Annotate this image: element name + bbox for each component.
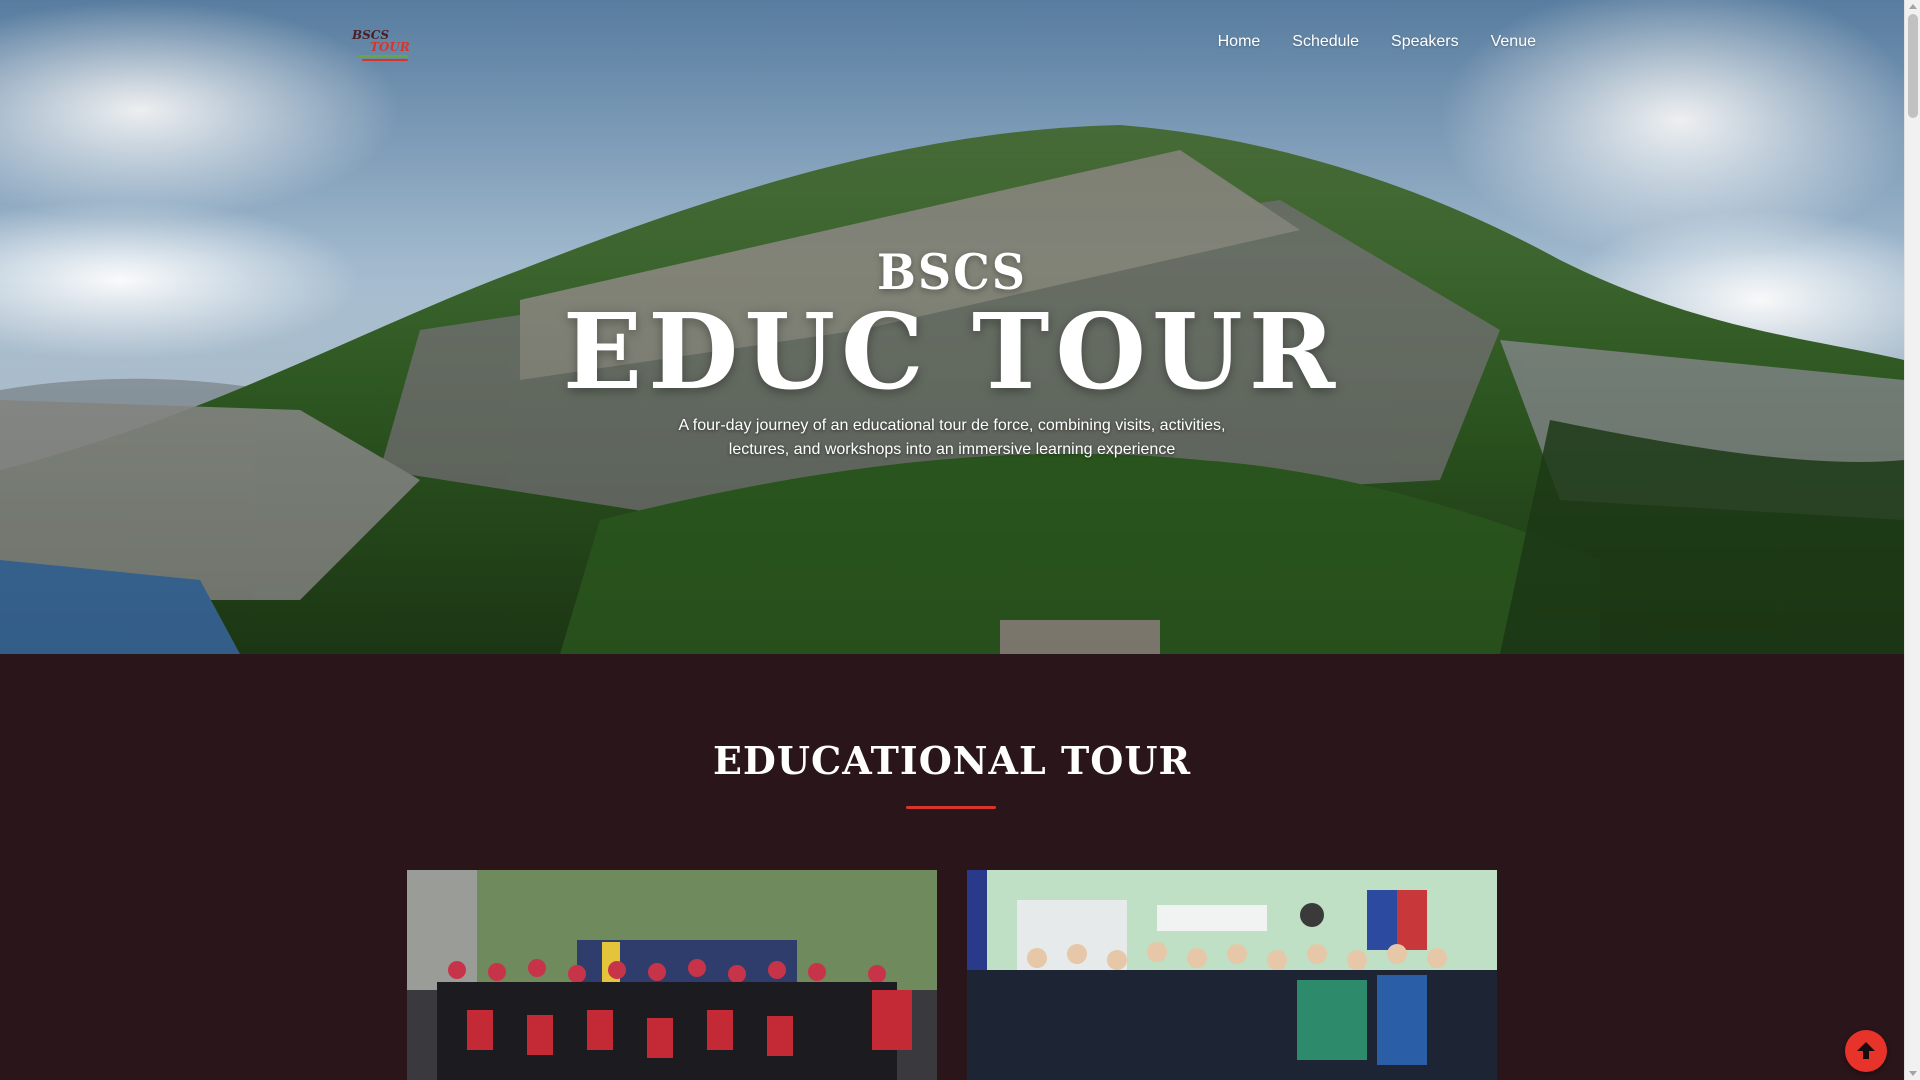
logo-text-tour: TOUR <box>370 40 410 54</box>
group-photo-outdoor-image <box>407 870 937 1080</box>
arrow-up-icon <box>1857 1042 1875 1059</box>
nav-link-home[interactable]: Home <box>1218 33 1261 51</box>
scroll-down-arrow-icon[interactable] <box>1909 1071 1917 1076</box>
tour-photo-group-outdoor[interactable] <box>407 870 937 1080</box>
main-nav: Home Schedule Speakers Venue <box>1186 33 1536 51</box>
hero-title: EDUC TOUR <box>562 290 1342 413</box>
logo-underline-green <box>358 55 408 58</box>
site-logo[interactable]: BSCS TOUR <box>352 28 414 64</box>
logo-underline-red <box>362 59 408 61</box>
tour-photo-group-indoor[interactable] <box>967 870 1497 1080</box>
page: BSCS TOUR Home Schedule Speakers Venue B… <box>0 0 1904 1080</box>
group-photo-indoor-image <box>967 870 1497 1080</box>
nav-link-speakers[interactable]: Speakers <box>1391 33 1459 51</box>
section-title-underline <box>906 806 996 809</box>
nav-link-schedule[interactable]: Schedule <box>1292 33 1359 51</box>
hero-description-line-2: lectures, and workshops into an immersiv… <box>728 441 1176 458</box>
scroll-up-arrow-icon[interactable] <box>1909 4 1917 9</box>
hero-description-line-1: A four-day journey of an educational tou… <box>678 417 1226 434</box>
hero-banner: BSCS TOUR Home Schedule Speakers Venue B… <box>0 0 1904 654</box>
section-title: EDUCATIONAL TOUR <box>712 738 1192 783</box>
hero-description: A four-day journey of an educational tou… <box>0 414 1904 462</box>
vertical-scrollbar[interactable] <box>1904 0 1920 1080</box>
nav-link-venue[interactable]: Venue <box>1491 33 1536 51</box>
scrollbar-thumb[interactable] <box>1908 14 1918 118</box>
educational-tour-section: EDUCATIONAL TOUR <box>0 654 1904 1080</box>
back-to-top-button[interactable] <box>1845 1030 1887 1072</box>
